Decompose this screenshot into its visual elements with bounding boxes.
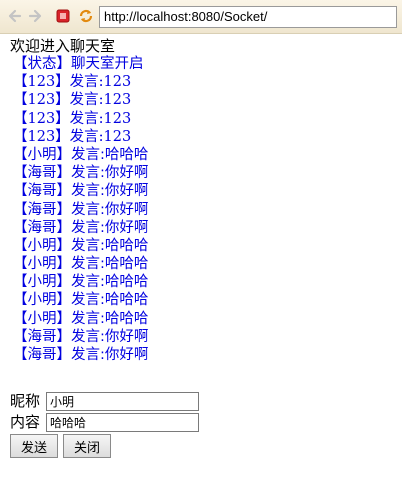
- message-item: 【123】发言:123: [13, 128, 132, 145]
- message-item: 【海哥】发言:你好啊: [13, 165, 149, 182]
- chat-form: 昵称 内容 发送 关闭: [10, 391, 199, 458]
- content-input[interactable]: [46, 413, 199, 432]
- nickname-row: 昵称: [10, 391, 199, 412]
- nickname-input[interactable]: [46, 392, 199, 411]
- message-item: 【123】发言:123: [13, 110, 132, 127]
- message-item: 【海哥】发言:你好啊: [13, 219, 149, 236]
- address-bar[interactable]: http://localhost:8080/Socket/: [99, 6, 397, 28]
- message-item: 【123】发言:123: [13, 92, 132, 109]
- browser-toolbar: http://localhost:8080/Socket/: [0, 0, 402, 34]
- message-item: 【状态】聊天室开启: [13, 56, 144, 72]
- content-row: 内容: [10, 412, 199, 433]
- message-item: 【海哥】发言:你好啊: [13, 183, 149, 200]
- message-item: 【海哥】发言:你好啊: [13, 347, 149, 363]
- message-item: 【小明】发言:哈哈哈: [13, 237, 149, 254]
- nickname-label: 昵称: [10, 392, 41, 410]
- message-item: 【海哥】发言:你好啊: [13, 328, 149, 345]
- refresh-icon[interactable]: [78, 8, 94, 24]
- back-arrow-icon[interactable]: [6, 8, 22, 24]
- content-label: 内容: [10, 413, 41, 431]
- message-list: 【状态】聊天室开启 【123】发言:123 【123】发言:123 【123】发…: [10, 55, 395, 364]
- chat-page: 欢迎进入聊天室 【状态】聊天室开启 【123】发言:123 【123】发言:12…: [10, 38, 395, 364]
- message-item: 【小明】发言:哈哈哈: [13, 256, 149, 273]
- stop-icon[interactable]: [55, 8, 71, 24]
- message-item: 【小明】发言:哈哈哈: [13, 274, 149, 291]
- message-item: 【海哥】发言:你好啊: [13, 201, 149, 218]
- message-item: 【123】发言:123: [13, 74, 132, 91]
- send-button[interactable]: 发送: [10, 434, 58, 458]
- form-buttons: 发送 关闭: [10, 434, 199, 458]
- close-button[interactable]: 关闭: [63, 434, 111, 458]
- message-item: 【小明】发言:哈哈哈: [13, 292, 149, 309]
- welcome-title: 欢迎进入聊天室: [10, 37, 116, 55]
- message-item: 【小明】发言:哈哈哈: [13, 146, 149, 163]
- message-item: 【小明】发言:哈哈哈: [13, 310, 149, 327]
- forward-arrow-icon[interactable]: [28, 8, 44, 24]
